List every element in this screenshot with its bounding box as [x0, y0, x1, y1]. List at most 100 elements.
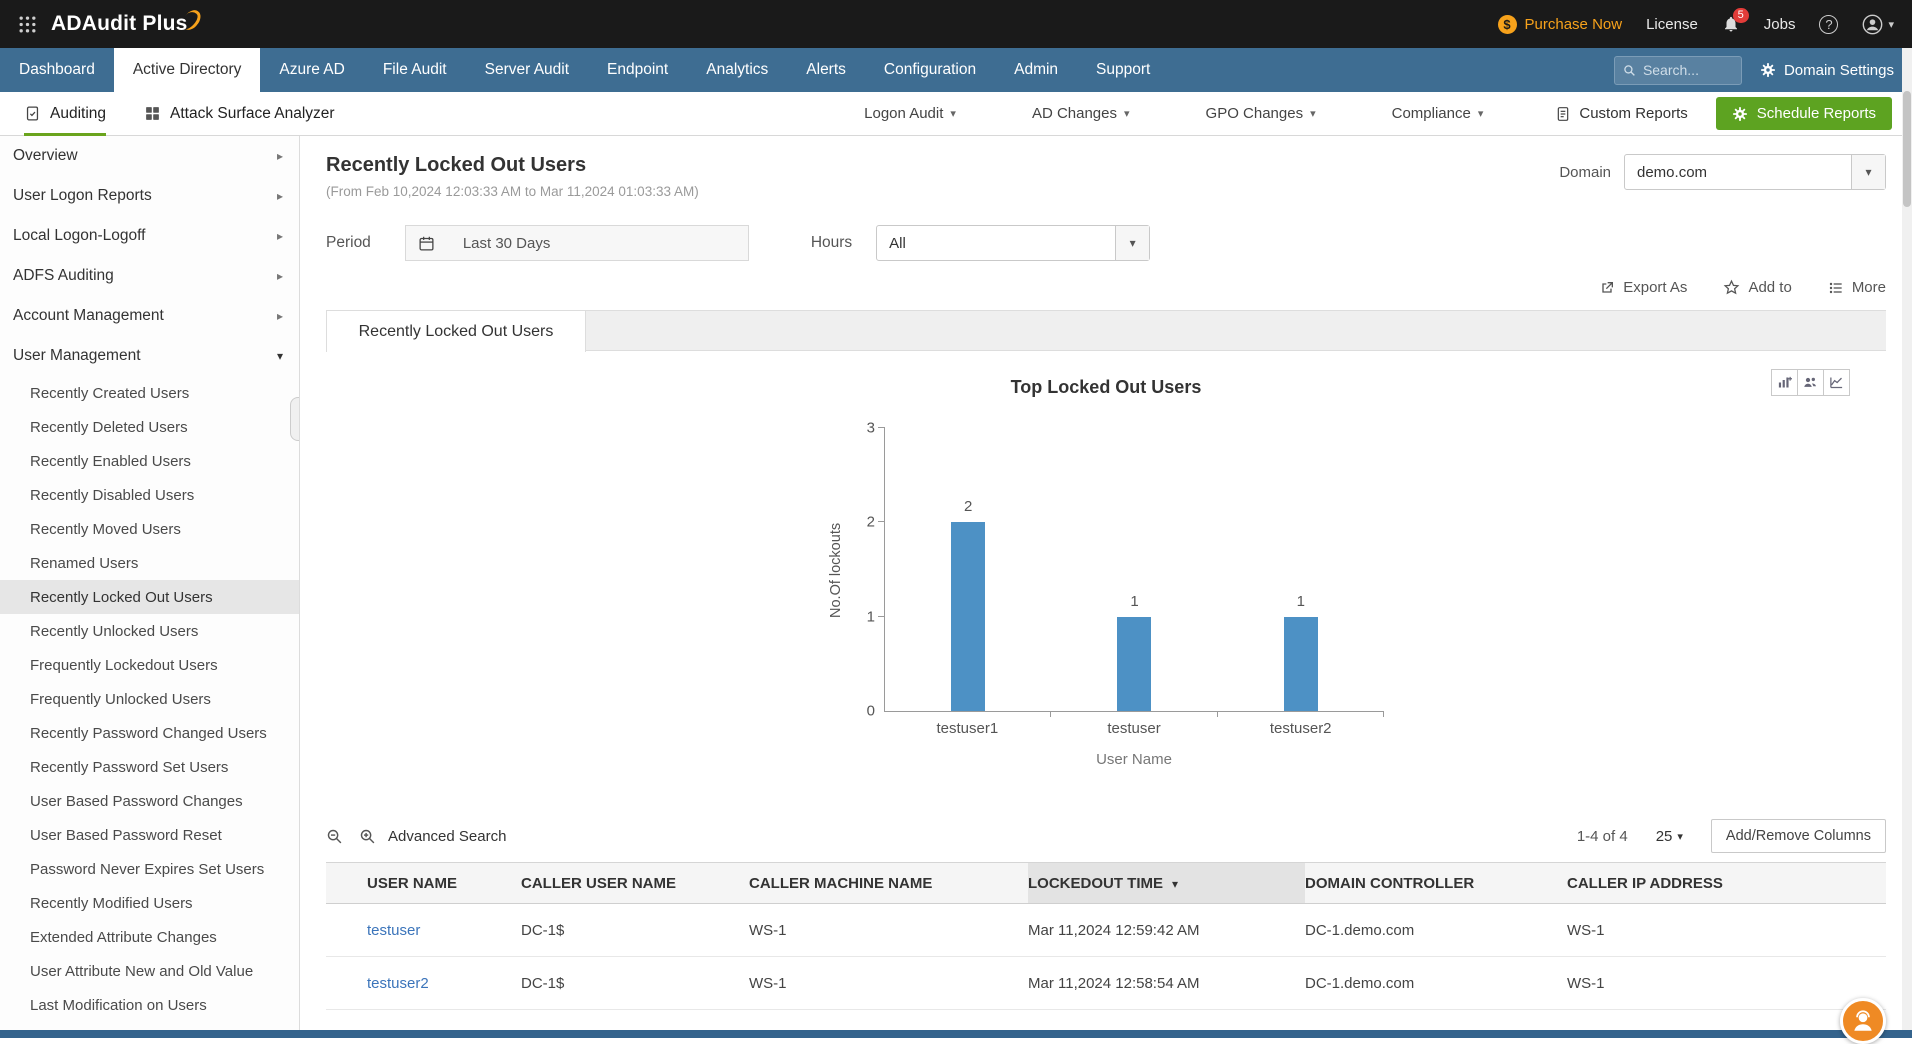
bar-testuser1[interactable]: 2 [951, 522, 985, 711]
jobs-link[interactable]: Jobs [1764, 16, 1796, 33]
search-input[interactable] [1643, 62, 1727, 78]
nav-tab-active-directory[interactable]: Active Directory [114, 48, 261, 92]
app-logo[interactable]: ADAudit Plus [51, 12, 199, 36]
advanced-search-link[interactable]: Advanced Search [388, 828, 506, 845]
user-account-menu[interactable]: ▾ [1862, 14, 1894, 35]
nav-tab-support[interactable]: Support [1077, 48, 1169, 92]
column-header-domain-controller[interactable]: DOMAIN CONTROLLER [1305, 863, 1567, 904]
sidebar-item-renamed-users[interactable]: Renamed Users [0, 546, 299, 580]
sidebar-item-recently-password-set-users[interactable]: Recently Password Set Users [0, 750, 299, 784]
sidebar-item-recently-unlocked-users[interactable]: Recently Unlocked Users [0, 614, 299, 648]
domain-select[interactable]: demo.com ▾ [1624, 154, 1886, 190]
column-header-lockedout-time[interactable]: LOCKEDOUT TIME▾ [1028, 863, 1305, 904]
sidebar-group-label: Account Management [13, 307, 164, 325]
chart-panel: Top Locked Out Users No.Of lockouts 0123… [326, 351, 1886, 768]
user-link[interactable]: testuser [367, 922, 420, 939]
chevron-right-icon: ▸ [277, 309, 283, 323]
notifications-button[interactable]: 5 [1722, 15, 1740, 33]
table-header-row: USER NAMECALLER USER NAMECALLER MACHINE … [326, 863, 1886, 904]
nav-tab-alerts[interactable]: Alerts [787, 48, 865, 92]
sidebar-item-password-never-expires-set-users[interactable]: Password Never Expires Set Users [0, 852, 299, 886]
add-to-button[interactable]: Add to [1723, 279, 1791, 296]
tab-attack-surface-analyzer[interactable]: Attack Surface Analyzer [144, 92, 335, 136]
column-header-caller-ip-address[interactable]: CALLER IP ADDRESS [1567, 863, 1886, 904]
category-label: testuser1 [884, 720, 1051, 737]
menu-logon-audit[interactable]: Logon Audit▾ [864, 105, 956, 122]
sidebar-group-user-management[interactable]: User Management▾ [0, 336, 299, 376]
user-link[interactable]: testuser2 [367, 975, 429, 992]
tab-auditing[interactable]: Auditing [24, 92, 106, 136]
sidebar-item-user-attribute-new-and-old-value[interactable]: User Attribute New and Old Value [0, 954, 299, 988]
nav-tab-analytics[interactable]: Analytics [687, 48, 787, 92]
help-icon[interactable]: ? [1819, 15, 1838, 34]
quick-search-icon[interactable] [326, 828, 343, 845]
add-remove-columns-button[interactable]: Add/Remove Columns [1711, 819, 1886, 853]
schedule-reports-label: Schedule Reports [1757, 105, 1876, 122]
sidebar-group-label: Overview [13, 147, 78, 165]
apps-grid-icon[interactable] [18, 15, 37, 34]
advanced-search-icon[interactable] [359, 828, 376, 845]
support-chat-button[interactable] [1840, 998, 1886, 1044]
scrollbar-thumb[interactable] [1903, 91, 1911, 207]
chart-type-line-button[interactable] [1823, 369, 1850, 396]
sidebar-item-recently-password-changed-users[interactable]: Recently Password Changed Users [0, 716, 299, 750]
purchase-icon: $ [1498, 15, 1517, 34]
menu-gpo-changes[interactable]: GPO Changes▾ [1206, 105, 1316, 122]
sidebar-item-recently-moved-users[interactable]: Recently Moved Users [0, 512, 299, 546]
sidebar-item-recently-created-users[interactable]: Recently Created Users [0, 376, 299, 410]
column-header-user-name[interactable]: USER NAME [326, 863, 521, 904]
sidebar-item-recently-locked-out-users[interactable]: Recently Locked Out Users [0, 580, 299, 614]
tab-recently-locked-out-users[interactable]: Recently Locked Out Users [326, 310, 586, 352]
auditing-label: Auditing [50, 105, 106, 123]
period-picker[interactable]: Last 30 Days [405, 225, 749, 261]
license-link[interactable]: License [1646, 16, 1698, 33]
nav-tab-server-audit[interactable]: Server Audit [466, 48, 588, 92]
sidebar-group-local-logon-logoff[interactable]: Local Logon-Logoff▸ [0, 216, 299, 256]
purchase-now-button[interactable]: $ Purchase Now [1498, 15, 1623, 34]
page-size-select[interactable]: 25 ▾ [1656, 828, 1683, 845]
more-button[interactable]: More [1828, 279, 1886, 296]
sidebar-item-recently-modified-users[interactable]: Recently Modified Users [0, 886, 299, 920]
bar-testuser[interactable]: 1 [1117, 617, 1151, 711]
chevron-down-icon: ▾ [1115, 226, 1149, 260]
sidebar-item-user-based-password-changes[interactable]: User Based Password Changes [0, 784, 299, 818]
column-header-caller-machine-name[interactable]: CALLER MACHINE NAME [749, 863, 1028, 904]
nav-tab-azure-ad[interactable]: Azure AD [260, 48, 363, 92]
sidebar-group-overview[interactable]: Overview▸ [0, 136, 299, 176]
export-as-button[interactable]: Export As [1599, 279, 1687, 296]
nav-tab-file-audit[interactable]: File Audit [364, 48, 466, 92]
sidebar-item-user-based-password-reset[interactable]: User Based Password Reset [0, 818, 299, 852]
nav-tab-dashboard[interactable]: Dashboard [0, 48, 114, 92]
sidebar-group-user-logon-reports[interactable]: User Logon Reports▸ [0, 176, 299, 216]
sidebar-item-frequently-lockedout-users[interactable]: Frequently Lockedout Users [0, 648, 299, 682]
domain-settings-button[interactable]: Domain Settings [1760, 62, 1894, 79]
sidebar-group-label: Local Logon-Logoff [13, 227, 145, 245]
sidebar-item-frequently-unlocked-users[interactable]: Frequently Unlocked Users [0, 682, 299, 716]
nav-tab-admin[interactable]: Admin [995, 48, 1077, 92]
sidebar-item-extended-attribute-changes[interactable]: Extended Attribute Changes [0, 920, 299, 954]
hours-select[interactable]: All ▾ [876, 225, 1150, 261]
more-list-icon [1828, 280, 1844, 296]
menu-ad-changes[interactable]: AD Changes▾ [1032, 105, 1130, 122]
column-header-caller-user-name[interactable]: CALLER USER NAME [521, 863, 749, 904]
global-search[interactable] [1614, 56, 1742, 85]
schedule-reports-button[interactable]: Schedule Reports [1716, 97, 1892, 130]
nav-tab-endpoint[interactable]: Endpoint [588, 48, 687, 92]
custom-reports-button[interactable]: Custom Reports [1555, 105, 1687, 122]
sidebar-group-account-management[interactable]: Account Management ▸ [0, 296, 299, 336]
chart-type-users-button[interactable] [1797, 369, 1824, 396]
sidebar-collapse-handle[interactable] [290, 397, 299, 441]
sidebar-item-recently-deleted-users[interactable]: Recently Deleted Users [0, 410, 299, 444]
sidebar-group-adfs-auditing[interactable]: ADFS Auditing▸ [0, 256, 299, 296]
sidebar-item-last-modification-on-users[interactable]: Last Modification on Users [0, 988, 299, 1022]
more-label: More [1852, 279, 1886, 296]
cell-caller-ip-address: WS-1 [1567, 904, 1886, 957]
menu-compliance[interactable]: Compliance▾ [1392, 105, 1484, 122]
bar-testuser2[interactable]: 1 [1284, 617, 1318, 711]
chart-type-bar-button[interactable] [1771, 369, 1798, 396]
menu-label: AD Changes [1032, 105, 1117, 122]
sidebar-item-recently-enabled-users[interactable]: Recently Enabled Users [0, 444, 299, 478]
sidebar-item-recently-disabled-users[interactable]: Recently Disabled Users [0, 478, 299, 512]
nav-tab-configuration[interactable]: Configuration [865, 48, 995, 92]
chart-x-axis-label: User Name [884, 751, 1384, 768]
